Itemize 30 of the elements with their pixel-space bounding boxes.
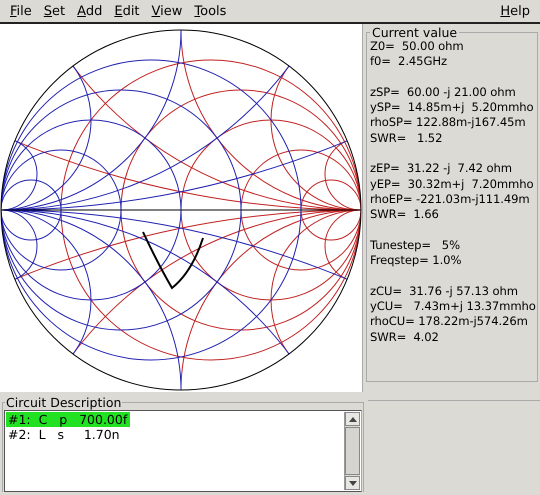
value-line: SWR= 1.52 (370, 130, 444, 146)
menu-item[interactable]: Add (71, 2, 108, 20)
value-line: yEP= 30.32m+j 7.20mmho (370, 176, 534, 192)
menu-item[interactable]: Edit (108, 2, 146, 20)
list-item[interactable]: #2: L s 1.70n (6, 427, 123, 442)
value-line: Freqstep= 1.0% (370, 253, 462, 268)
scroll-down-icon[interactable] (348, 480, 356, 486)
value-line: Tunestep= 5% (370, 238, 461, 254)
impedance-trace (142, 232, 204, 289)
value-line: yCU= 7.43m+j 13.37mmho (370, 299, 537, 314)
menu-item[interactable]: View (146, 2, 188, 20)
menu-item[interactable]: Tools (188, 2, 232, 20)
value-line: SWR= 4.02 (370, 330, 440, 345)
value-line: ySP= 14.85m+j 5.20mmho (370, 100, 535, 116)
value-line: zEP= 31.22 -j 7.42 ohm (370, 161, 513, 177)
value-line: rhoCU= 178.22m-j574.26m (370, 314, 529, 330)
value-line: rhoEP= -221.03m-j111.49m (370, 192, 531, 208)
list-item[interactable]: #1: C p 700.00f (6, 412, 130, 427)
scroll-up-icon[interactable] (348, 416, 356, 422)
panel-title: Circuit Description (5, 395, 122, 410)
menu-item[interactable]: Set (38, 2, 72, 20)
panel-title: Current value (370, 25, 460, 40)
value-line: Z0= 50.00 ohm (370, 39, 465, 54)
value-line: SWR= 1.66 (370, 207, 440, 223)
menu-item[interactable]: File (4, 2, 38, 20)
menu-item[interactable]: Help (494, 2, 536, 20)
value-line: rhoSP= 122.88m-j167.45m (370, 115, 527, 131)
value-line: f0= 2.45GHz (370, 54, 448, 70)
value-line: zSP= 60.00 -j 21.00 ohm (370, 84, 517, 100)
value-line: zCU= 31.76 -j 57.13 ohm (370, 284, 519, 300)
